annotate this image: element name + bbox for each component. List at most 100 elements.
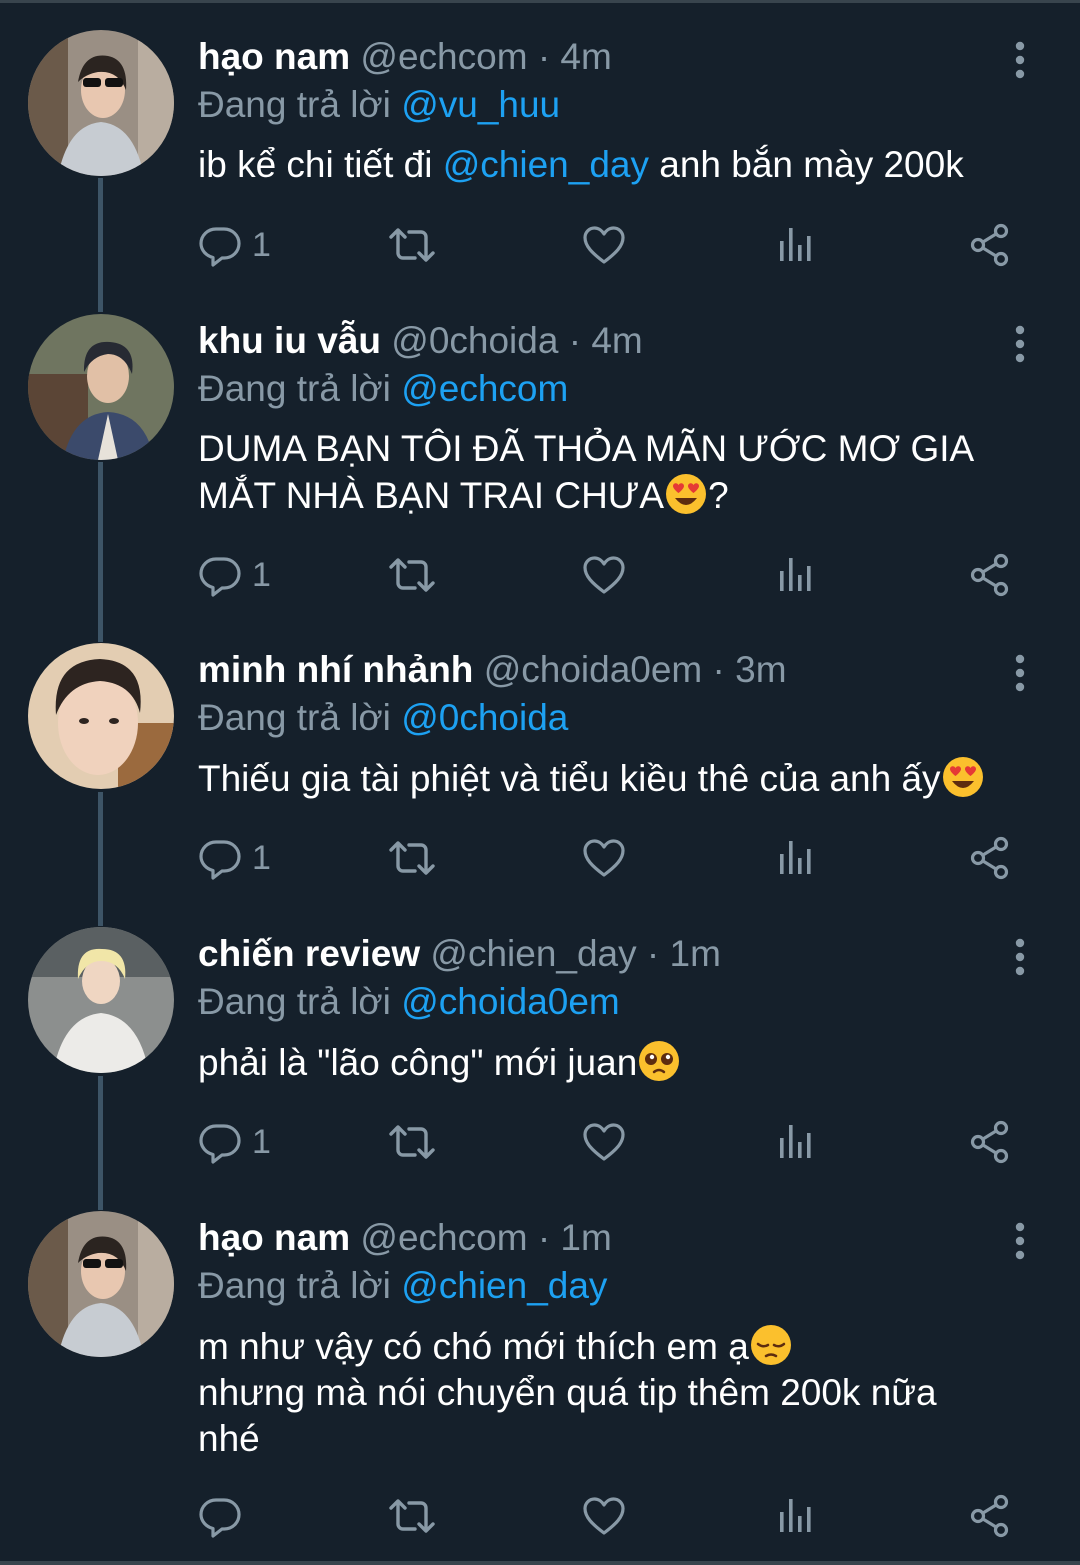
tweet[interactable]: hạo nam @echcom · 1m Đang trả lời @chien… [0,1211,1080,1551]
avatar[interactable] [28,927,174,1073]
timestamp: · 4m [537,36,612,77]
tweet-text-part: anh bắn mày 200k [648,144,964,185]
analytics-icon [774,1120,818,1164]
tweet[interactable]: minh nhí nhảnh @choida0em · 3m Đang trả … [0,643,1080,903]
reply-count: 1 [252,838,271,877]
reply-label: Đang trả lời [198,981,391,1022]
more-options-button[interactable] [1002,937,1038,977]
tweet-header: khu iu vẫu @0choida · 4m [198,318,643,364]
share-icon [968,836,1012,880]
more-options-button[interactable] [1002,324,1038,364]
mention-link[interactable]: @chien_day [443,144,649,185]
display-name[interactable]: khu iu vẫu [198,320,381,361]
share-button[interactable] [968,1117,1012,1167]
reply-button[interactable]: 1 [198,1117,271,1167]
retweet-icon [388,836,436,880]
like-button[interactable] [582,833,626,883]
display-name[interactable]: hạo nam [198,1217,350,1258]
display-name[interactable]: chiến review [198,933,420,974]
handle[interactable]: @choida0em [484,649,703,690]
more-options-button[interactable] [1002,1221,1038,1261]
display-name[interactable]: minh nhí nhảnh [198,649,473,690]
reply-icon [198,1120,242,1164]
avatar[interactable] [28,1211,174,1357]
handle[interactable]: @echcom [360,36,527,77]
analytics-button[interactable] [774,1491,818,1541]
more-options-button[interactable] [1002,653,1038,693]
heart-icon [582,1494,626,1538]
handle[interactable]: @chien_day [430,933,636,974]
top-divider [0,0,1080,3]
heart-icon [582,223,626,267]
tweet-text-part: ? [708,475,729,516]
retweet-button[interactable] [388,1117,436,1167]
reply-context: Đang trả lời @chien_day [198,1263,607,1309]
reply-context: Đang trả lời @echcom [198,366,568,412]
reply-button[interactable]: 1 [198,833,271,883]
timestamp: · 4m [568,320,643,361]
more-vertical-icon [1002,324,1038,364]
more-vertical-icon [1002,40,1038,80]
reply-icon [198,223,242,267]
share-button[interactable] [968,550,1012,600]
timestamp: · 1m [646,933,721,974]
tweet-header: hạo nam @echcom · 4m [198,34,612,80]
reply-to-mention[interactable]: @echcom [401,368,568,409]
analytics-button[interactable] [774,550,818,600]
tweet-text-part: DUMA BẠN TÔI ĐÃ THỎA MÃN ƯỚC MƠ GIA MẮT … [198,428,973,516]
reply-button[interactable] [198,1491,242,1541]
reply-to-mention[interactable]: @0choida [401,697,568,738]
heart-eyes-emoji-icon [664,472,708,516]
tweet-header: minh nhí nhảnh @choida0em · 3m [198,647,787,693]
avatar[interactable] [28,314,174,460]
share-button[interactable] [968,220,1012,270]
reply-label: Đang trả lời [198,697,391,738]
tweet[interactable]: chiến review @chien_day · 1m Đang trả lờ… [0,927,1080,1187]
handle[interactable]: @echcom [360,1217,527,1258]
avatar-image [28,927,174,1073]
action-bar: 1 [198,550,1018,600]
like-button[interactable] [582,550,626,600]
avatar[interactable] [28,30,174,176]
analytics-icon [774,553,818,597]
reply-to-mention[interactable]: @vu_huu [401,84,560,125]
like-button[interactable] [582,1117,626,1167]
tweet-text: Thiếu gia tài phiệt và tiểu kiều thê của… [198,755,1038,802]
avatar-image [28,1211,174,1357]
tweet-text-part: m như vậy có chó mới thích em ạ [198,1326,749,1367]
reply-label: Đang trả lời [198,84,391,125]
retweet-button[interactable] [388,220,436,270]
retweet-icon [388,223,436,267]
tweet-text-part: Thiếu gia tài phiệt và tiểu kiều thê của… [198,758,941,799]
retweet-button[interactable] [388,550,436,600]
share-icon [968,1494,1012,1538]
reply-to-mention[interactable]: @chien_day [401,1265,607,1306]
retweet-button[interactable] [388,1491,436,1541]
handle[interactable]: @0choida [391,320,558,361]
analytics-icon [774,836,818,880]
share-icon [968,223,1012,267]
tweet-text-line: nhưng mà nói chuyển quá tip thêm 200k nữ… [198,1372,937,1459]
tweet-text-part: phải là "lão công" mới juan [198,1042,638,1083]
more-vertical-icon [1002,1221,1038,1261]
reply-count: 1 [252,225,271,264]
avatar[interactable] [28,643,174,789]
analytics-button[interactable] [774,1117,818,1167]
retweet-icon [388,1120,436,1164]
display-name[interactable]: hạo nam [198,36,350,77]
reply-button[interactable]: 1 [198,220,271,270]
reply-to-mention[interactable]: @choida0em [401,981,620,1022]
tweet[interactable]: khu iu vẫu @0choida · 4m Đang trả lời @e… [0,314,1080,614]
analytics-icon [774,223,818,267]
share-button[interactable] [968,833,1012,883]
reply-button[interactable]: 1 [198,550,271,600]
analytics-button[interactable] [774,220,818,270]
tweet[interactable]: hạo nam @echcom · 4m Đang trả lời @vu_hu… [0,30,1080,290]
more-options-button[interactable] [1002,40,1038,80]
like-button[interactable] [582,220,626,270]
analytics-button[interactable] [774,833,818,883]
like-button[interactable] [582,1491,626,1541]
share-button[interactable] [968,1491,1012,1541]
action-bar: 1 [198,833,1018,883]
retweet-button[interactable] [388,833,436,883]
